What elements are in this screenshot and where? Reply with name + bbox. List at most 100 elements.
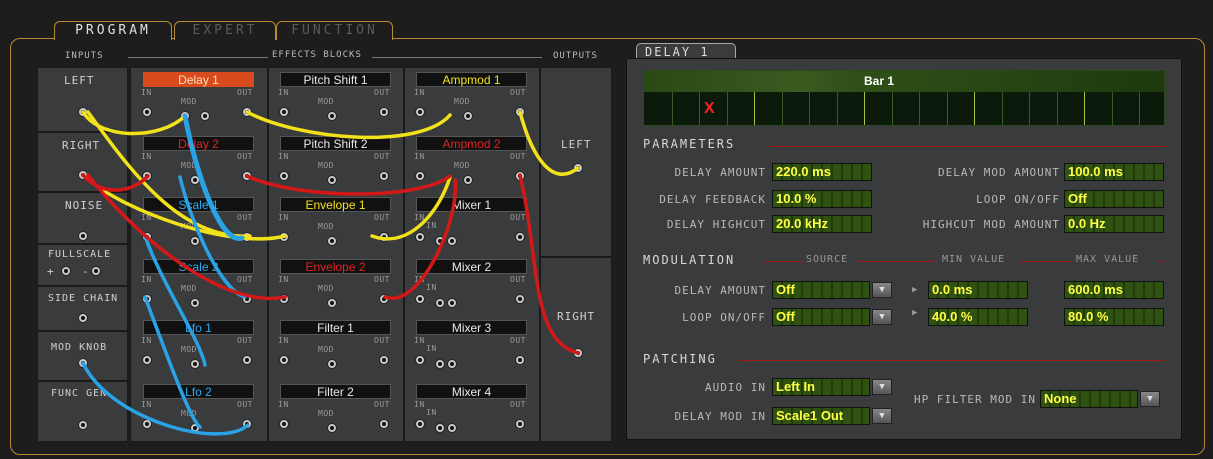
block-mixer-4[interactable]: Mixer 4 bbox=[416, 384, 527, 399]
mod-jack[interactable] bbox=[180, 111, 190, 121]
output-jack[interactable] bbox=[242, 294, 252, 304]
mod-loop-min-field[interactable]: 40.0 % bbox=[928, 308, 1028, 326]
delay-mod-amount-field[interactable]: 100.0 ms bbox=[1064, 163, 1164, 181]
input-jack[interactable] bbox=[279, 355, 289, 365]
input-jack[interactable] bbox=[415, 419, 425, 429]
hp-filter-dropdown[interactable]: None bbox=[1040, 390, 1138, 408]
input-jack[interactable] bbox=[279, 294, 289, 304]
mod-jack[interactable] bbox=[200, 111, 210, 121]
block-envelope-2[interactable]: Envelope 2 bbox=[280, 259, 391, 274]
input-jack[interactable] bbox=[435, 423, 445, 433]
mod-jack[interactable] bbox=[327, 111, 337, 121]
input-jack[interactable] bbox=[279, 232, 289, 242]
mod-jack[interactable] bbox=[190, 175, 200, 185]
output-jack[interactable] bbox=[379, 355, 389, 365]
loop-onoff-field[interactable]: Off bbox=[1064, 190, 1164, 208]
tab-expert[interactable]: EXPERT bbox=[174, 21, 276, 40]
input-jack[interactable] bbox=[435, 359, 445, 369]
output-jack[interactable] bbox=[515, 232, 525, 242]
mod-jack[interactable] bbox=[327, 298, 337, 308]
mod-jack[interactable] bbox=[190, 236, 200, 246]
block-scale-1[interactable]: Scale 1 bbox=[143, 197, 254, 212]
output-jack[interactable] bbox=[242, 419, 252, 429]
block-envelope-1[interactable]: Envelope 1 bbox=[280, 197, 391, 212]
tab-function[interactable]: FUNCTION bbox=[276, 21, 393, 40]
block-mixer-3[interactable]: Mixer 3 bbox=[416, 320, 527, 335]
block-mixer-2[interactable]: Mixer 2 bbox=[416, 259, 527, 274]
mod-jack[interactable] bbox=[327, 236, 337, 246]
mod-jack[interactable] bbox=[190, 298, 200, 308]
tab-delay-1[interactable]: DELAY 1 bbox=[636, 43, 736, 59]
input-jack[interactable] bbox=[447, 236, 457, 246]
jack-noise-in[interactable] bbox=[78, 231, 88, 241]
block-ampmod-2[interactable]: Ampmod 2 bbox=[416, 136, 527, 151]
block-pitch-shift-1[interactable]: Pitch Shift 1 bbox=[280, 72, 391, 87]
highcut-mod-field[interactable]: 0.0 Hz bbox=[1064, 215, 1164, 233]
input-jack[interactable] bbox=[447, 359, 457, 369]
jack-fullscale-minus[interactable] bbox=[91, 266, 101, 276]
output-jack[interactable] bbox=[379, 107, 389, 117]
block-pitch-shift-2[interactable]: Pitch Shift 2 bbox=[280, 136, 391, 151]
mod-loop-source-dropdown[interactable]: Off bbox=[772, 308, 870, 326]
input-jack[interactable] bbox=[415, 294, 425, 304]
jack-side-chain[interactable] bbox=[78, 313, 88, 323]
jack-func-gen[interactable] bbox=[78, 420, 88, 430]
dropdown-arrow-icon[interactable]: ▼ bbox=[872, 408, 892, 424]
audio-in-dropdown[interactable]: Left In bbox=[772, 378, 870, 396]
input-jack[interactable] bbox=[435, 298, 445, 308]
block-filter-2[interactable]: Filter 2 bbox=[280, 384, 391, 399]
output-jack[interactable] bbox=[242, 171, 252, 181]
output-jack[interactable] bbox=[379, 232, 389, 242]
input-jack[interactable] bbox=[279, 419, 289, 429]
output-jack[interactable] bbox=[379, 171, 389, 181]
delay-mod-in-dropdown[interactable]: Scale1 Out bbox=[772, 407, 870, 425]
output-jack[interactable] bbox=[515, 294, 525, 304]
delay-highcut-field[interactable]: 20.0 kHz bbox=[772, 215, 872, 233]
jack-output-left[interactable] bbox=[573, 163, 583, 173]
mod-jack[interactable] bbox=[327, 175, 337, 185]
dropdown-arrow-icon[interactable]: ▼ bbox=[872, 379, 892, 395]
output-jack[interactable] bbox=[515, 355, 525, 365]
input-jack[interactable] bbox=[142, 355, 152, 365]
input-jack[interactable] bbox=[415, 355, 425, 365]
block-delay-2[interactable]: Delay 2 bbox=[143, 136, 254, 151]
mod-jack[interactable] bbox=[327, 423, 337, 433]
block-mixer-1[interactable]: Mixer 1 bbox=[416, 197, 527, 212]
bar-timeline[interactable]: Bar 1 X bbox=[643, 70, 1165, 126]
jack-output-right[interactable] bbox=[573, 348, 583, 358]
mod-delay-max-field[interactable]: 600.0 ms bbox=[1064, 281, 1164, 299]
block-lfo-2[interactable]: Lfo 2 bbox=[143, 384, 254, 399]
jack-mod-knob[interactable] bbox=[78, 358, 88, 368]
input-jack[interactable] bbox=[142, 107, 152, 117]
mod-jack[interactable] bbox=[463, 175, 473, 185]
input-jack[interactable] bbox=[435, 236, 445, 246]
input-jack[interactable] bbox=[415, 171, 425, 181]
output-jack[interactable] bbox=[515, 419, 525, 429]
input-jack[interactable] bbox=[415, 107, 425, 117]
input-jack[interactable] bbox=[447, 298, 457, 308]
output-jack[interactable] bbox=[242, 355, 252, 365]
delay-amount-field[interactable]: 220.0 ms bbox=[772, 163, 872, 181]
output-jack[interactable] bbox=[242, 107, 252, 117]
jack-fullscale-plus[interactable] bbox=[61, 266, 71, 276]
tab-program[interactable]: PROGRAM bbox=[54, 21, 172, 40]
block-filter-1[interactable]: Filter 1 bbox=[280, 320, 391, 335]
mod-jack[interactable] bbox=[327, 359, 337, 369]
mod-jack[interactable] bbox=[190, 423, 200, 433]
dropdown-arrow-icon[interactable]: ▼ bbox=[1140, 391, 1160, 407]
jack-left-in[interactable] bbox=[78, 107, 88, 117]
mod-jack[interactable] bbox=[190, 359, 200, 369]
input-jack[interactable] bbox=[142, 294, 152, 304]
mod-delay-min-field[interactable]: 0.0 ms bbox=[928, 281, 1028, 299]
input-jack[interactable] bbox=[447, 423, 457, 433]
delay-feedback-field[interactable]: 10.0 % bbox=[772, 190, 872, 208]
block-scale-2[interactable]: Scale 2 bbox=[143, 259, 254, 274]
input-jack[interactable] bbox=[279, 171, 289, 181]
block-ampmod-1[interactable]: Ampmod 1 bbox=[416, 72, 527, 87]
mod-loop-max-field[interactable]: 80.0 % bbox=[1064, 308, 1164, 326]
output-jack[interactable] bbox=[242, 232, 252, 242]
output-jack[interactable] bbox=[379, 294, 389, 304]
input-jack[interactable] bbox=[415, 232, 425, 242]
dropdown-arrow-icon[interactable]: ▼ bbox=[872, 309, 892, 325]
block-delay-1[interactable]: Delay 1 bbox=[143, 72, 254, 87]
